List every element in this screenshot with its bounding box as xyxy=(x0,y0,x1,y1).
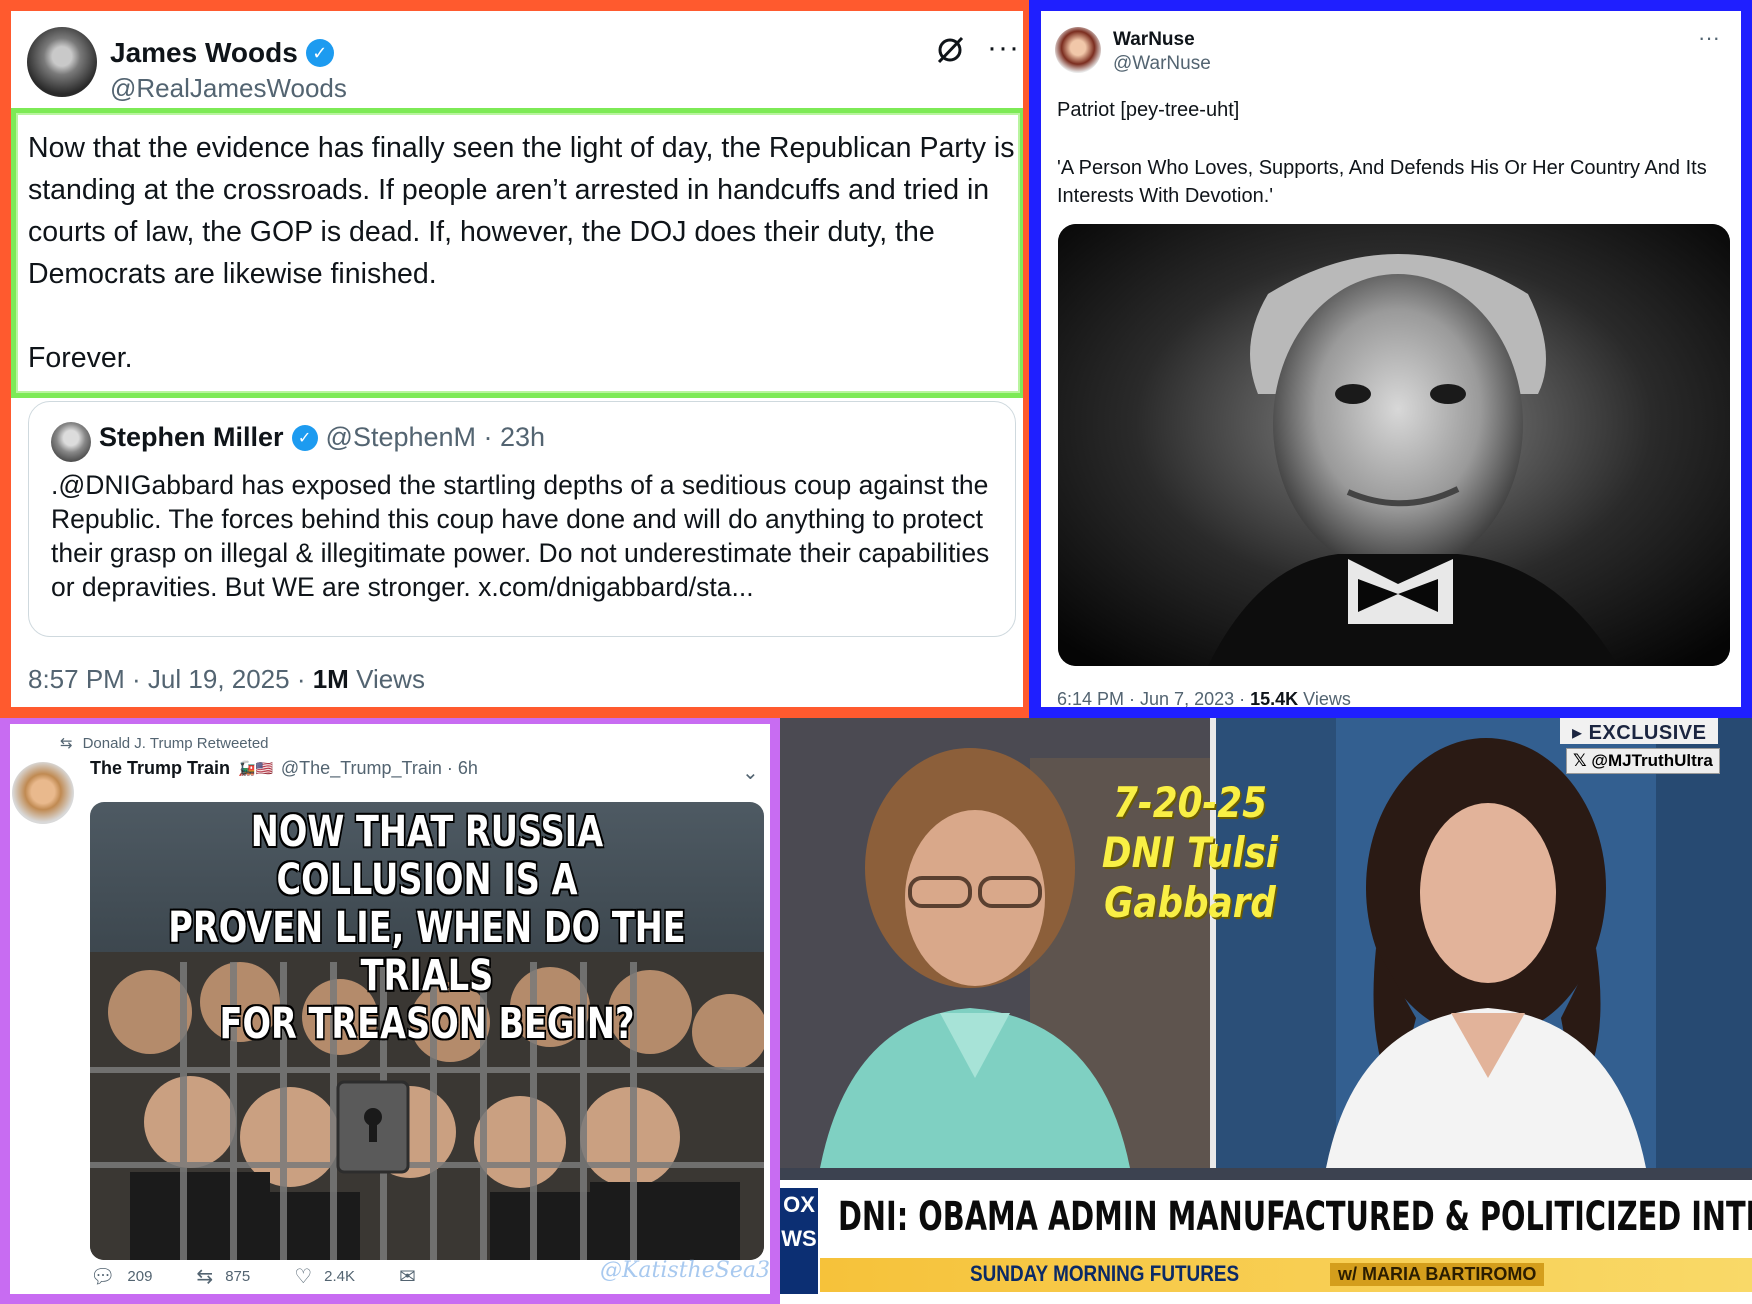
verified-badge-icon: ✓ xyxy=(291,424,318,451)
quoted-handle-time: @StephenM · 23h xyxy=(325,422,546,452)
tweet-text-line2: 'A Person Who Loves, Supports, And Defen… xyxy=(1057,157,1707,207)
author-name[interactable]: WarNuse xyxy=(1113,29,1195,51)
james-woods-tweet-panel: James Woods ✓ @RealJamesWoods ··· Now th… xyxy=(0,0,1029,718)
chyron-bar xyxy=(820,1258,1752,1292)
avatar[interactable] xyxy=(27,27,97,97)
tweet-timestamp[interactable]: 8:57 PM · Jul 19, 2025 · xyxy=(28,664,313,694)
verified-badge-icon: ✓ xyxy=(305,39,334,67)
share-button[interactable]: ✉ xyxy=(399,1264,416,1289)
x-handle-text: @MJTruthUltra xyxy=(1591,751,1713,770)
tweet-actions: 💬︎ 209 ⇆ 875 ♡ 2.4K ✉ xyxy=(90,1264,416,1289)
tweet-timestamp[interactable]: 6:14 PM · Jun 7, 2023 · xyxy=(1057,689,1250,707)
retweet-icon: ⇆ xyxy=(60,735,73,752)
author-handle[interactable]: @WarNuse xyxy=(1113,53,1211,75)
author-name[interactable]: James Woods ✓ xyxy=(110,37,334,69)
avatar[interactable] xyxy=(1055,27,1101,73)
like-count: 2.4K xyxy=(324,1268,356,1285)
exclusive-tag: ▸ EXCLUSIVE xyxy=(1560,718,1719,744)
tweet-meta: 8:57 PM · Jul 19, 2025 · 1M Views xyxy=(28,664,425,695)
avatar[interactable] xyxy=(12,762,74,824)
quoted-header: Stephen Miller ✓ @StephenM · 23h xyxy=(99,422,545,453)
more-options-icon[interactable]: ··· xyxy=(1698,25,1720,51)
reply-count: 209 xyxy=(127,1268,153,1285)
views-count: 1M xyxy=(312,664,349,694)
tweet-text-line1: Patriot [pey-tree-uht] xyxy=(1057,99,1240,121)
retweet-icon: ⇆ xyxy=(196,1266,214,1288)
trump-train-tweet-panel: ⇆ Donald J. Trump Retweeted The Trump Tr… xyxy=(0,718,780,1304)
like-button[interactable]: ♡ 2.4K xyxy=(294,1264,355,1289)
watermark-text: @KatistheSea3 xyxy=(600,1258,770,1283)
date-overlay: 7-20-25 DNI Tulsi Gabbard xyxy=(1050,778,1331,928)
chyron-headline: DNI: OBAMA ADMIN MANUFACTURED & POLITICI… xyxy=(838,1194,1752,1240)
views-count: 15.4K xyxy=(1250,689,1299,709)
date-text: 7-20-25 xyxy=(1113,778,1267,827)
subject-text: DNI Tulsi Gabbard xyxy=(1101,828,1279,927)
tweet-meta: 6:14 PM · Jun 7, 2023 · 15.4K Views xyxy=(1057,689,1351,709)
retweet-indicator: ⇆ Donald J. Trump Retweeted xyxy=(60,734,269,753)
x-logo-icon: 𝕏 xyxy=(1573,751,1592,770)
retweet-count: 875 xyxy=(225,1268,251,1285)
more-options-icon[interactable]: ··· xyxy=(987,31,1020,65)
chevron-down-icon[interactable]: ⌄ xyxy=(742,760,759,785)
portrait-photo[interactable] xyxy=(1058,224,1730,666)
train-flag-emoji-icon: 🚂🇺🇸 xyxy=(238,760,273,776)
quoted-tweet[interactable]: Stephen Miller ✓ @StephenM · 23h .@DNIGa… xyxy=(28,401,1016,637)
retweet-button[interactable]: ⇆ 875 xyxy=(196,1264,250,1289)
views-label: Views xyxy=(348,664,425,694)
author-handle-time[interactable]: @The_Trump_Train · 6h xyxy=(281,758,478,779)
quoted-avatar[interactable] xyxy=(51,422,91,462)
tweet-text: Now that the evidence has finally seen t… xyxy=(28,132,1015,374)
reply-button[interactable]: 💬︎ 209 xyxy=(90,1264,152,1289)
network-logo: OX WS xyxy=(780,1188,818,1294)
host-tag: w/ MARIA BARTIROMO xyxy=(1330,1263,1545,1286)
meme-image[interactable]: NOW THAT RUSSIA COLLUSION IS A PROVEN LI… xyxy=(90,802,764,1260)
author-name[interactable]: The Trump Train xyxy=(90,758,230,779)
envelope-icon: ✉ xyxy=(399,1266,416,1288)
tv-broadcast-panel: ▸ EXCLUSIVE 𝕏 @MJTruthUltra 7-20-25 DNI … xyxy=(780,718,1752,1304)
author-name-text[interactable]: James Woods xyxy=(110,37,298,69)
x-handle-tag: 𝕏 @MJTruthUltra xyxy=(1566,748,1720,774)
show-title: SUNDAY MORNING FUTURES xyxy=(970,1261,1240,1286)
views-label: Views xyxy=(1298,689,1351,709)
quoted-author-name[interactable]: Stephen Miller xyxy=(99,422,284,453)
grok-icon[interactable] xyxy=(935,35,965,73)
heart-icon: ♡ xyxy=(294,1266,313,1288)
tweet-header: The Trump Train 🚂🇺🇸 @The_Trump_Train · 6… xyxy=(90,758,478,779)
author-handle[interactable]: @RealJamesWoods xyxy=(110,73,347,104)
reply-icon: 💬︎ xyxy=(90,1266,116,1288)
meme-caption: NOW THAT RUSSIA COLLUSION IS A PROVEN LI… xyxy=(168,807,686,1049)
retweeted-by-text[interactable]: Donald J. Trump Retweeted xyxy=(83,735,269,752)
warnuse-tweet-panel: WarNuse @WarNuse ··· Patriot [pey-tree-u… xyxy=(1029,0,1752,718)
quoted-tweet-text: .@DNIGabbard has exposed the startling d… xyxy=(51,470,990,602)
